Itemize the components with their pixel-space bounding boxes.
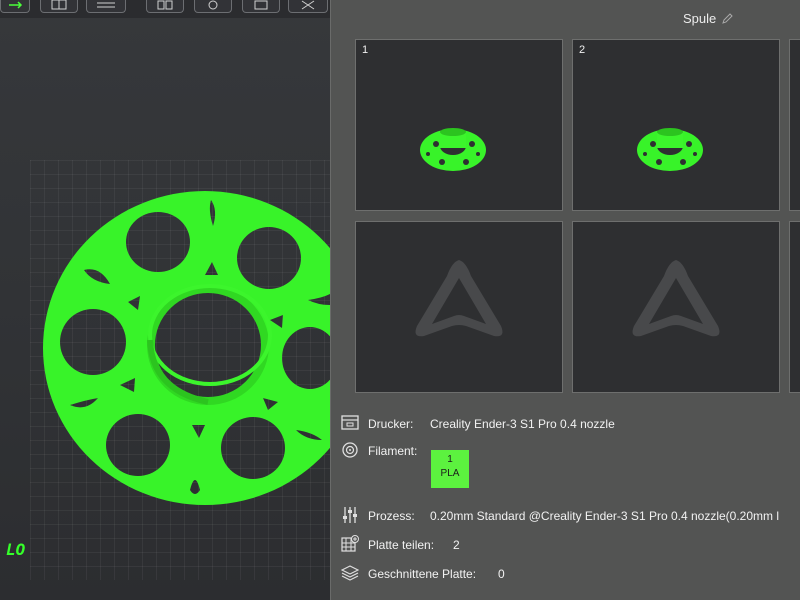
plate-thumbnail-partial[interactable] bbox=[789, 39, 800, 211]
plate-thumbnail-2[interactable]: 2 bbox=[572, 39, 780, 211]
sliced-plate-value: 0 bbox=[498, 567, 505, 581]
split-plate-row: Platte teilen: 2 bbox=[341, 535, 641, 555]
printer-icon bbox=[341, 415, 359, 430]
edit-title-icon[interactable] bbox=[721, 12, 733, 30]
spool-model[interactable] bbox=[0, 0, 330, 600]
split-plate-label: Platte teilen: bbox=[368, 538, 435, 552]
sliced-plate-row: Geschnittene Platte: 0 bbox=[341, 564, 641, 584]
plate-thumbnail-empty[interactable] bbox=[355, 221, 563, 393]
printer-label: Drucker: bbox=[368, 417, 414, 431]
filament-slot-number: 1 bbox=[447, 454, 453, 465]
printer-row: Drucker: Creality Ender-3 S1 Pro 0.4 noz… bbox=[341, 414, 800, 434]
filament-spool-icon bbox=[342, 442, 358, 458]
printer-value: Creality Ender-3 S1 Pro 0.4 nozzle bbox=[430, 417, 615, 431]
plate-thumbnail-empty[interactable] bbox=[572, 221, 780, 393]
placeholder-logo-icon bbox=[415, 260, 503, 337]
split-plate-value: 2 bbox=[453, 538, 460, 552]
split-plate-icon bbox=[341, 535, 359, 552]
filament-label: Filament: bbox=[368, 444, 418, 458]
dialog-title: Spule bbox=[683, 11, 717, 26]
process-row: Prozess: 0.20mm Standard @Creality Ender… bbox=[341, 506, 800, 526]
process-label: Prozess: bbox=[368, 509, 415, 523]
dialog-title-bar: Spule bbox=[331, 0, 800, 34]
spool-thumbnail bbox=[420, 128, 486, 171]
process-sliders-icon bbox=[343, 507, 357, 523]
sliced-plate-label: Geschnittene Platte: bbox=[368, 567, 477, 581]
filament-material: PLA bbox=[440, 468, 460, 479]
plate-dialog: Spule 1 2 Drucker: Creality Ender-3 S1 P… bbox=[330, 0, 800, 600]
3d-viewport[interactable]: LO bbox=[0, 0, 330, 600]
process-value: 0.20mm Standard @Creality Ender-3 S1 Pro… bbox=[430, 509, 780, 523]
plate-thumbnail-1[interactable]: 1 bbox=[355, 39, 563, 211]
layers-icon bbox=[341, 565, 359, 581]
filament-row: Filament: bbox=[341, 441, 800, 461]
filament-swatch[interactable]: 1 PLA bbox=[431, 450, 469, 488]
placeholder-logo-icon bbox=[632, 260, 720, 337]
plate-thumbnail-partial[interactable] bbox=[789, 221, 800, 393]
spool-thumbnail bbox=[637, 128, 703, 171]
viewport-corner-label: LO bbox=[6, 540, 26, 559]
